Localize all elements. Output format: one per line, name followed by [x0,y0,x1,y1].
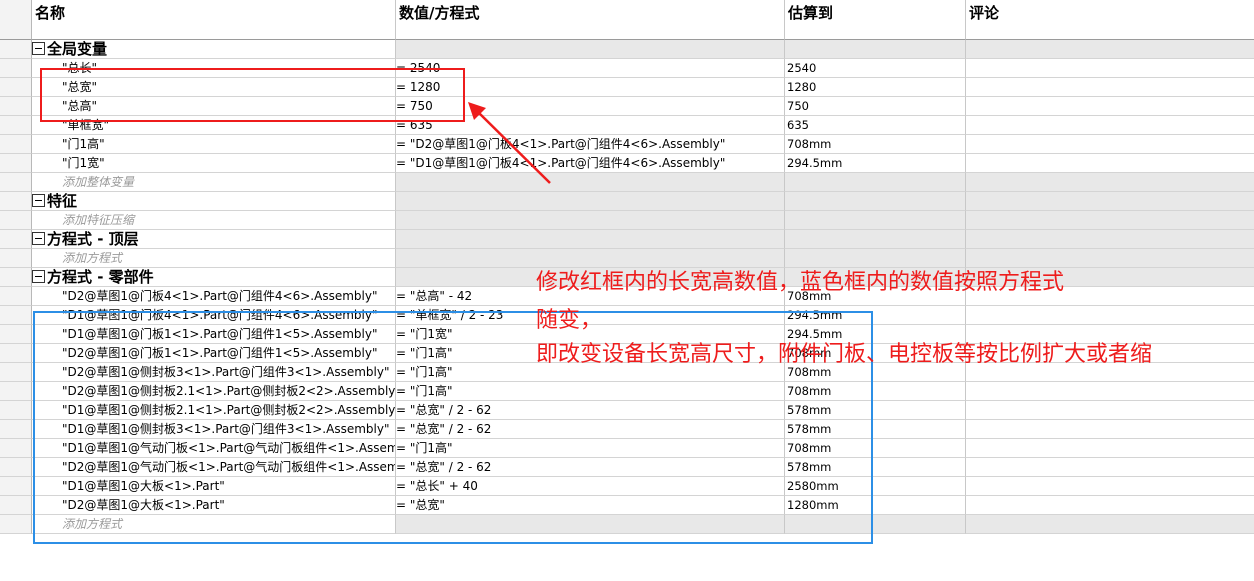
row-selector[interactable] [0,287,32,306]
add-equation-top[interactable]: 添加方程式 [32,249,396,268]
annotation-line-1: 修改红框内的长宽高数值，蓝色框内的数值按照方程式 [536,270,1065,295]
column-header-row: 名称 数值/方程式 估算到 评论 [0,0,1254,40]
section-equations-top: 方程式 - 顶层 [0,230,1254,249]
row-selector[interactable] [0,458,32,477]
estimate-cell: 1280 [785,78,966,97]
col-header-comment[interactable]: 评论 [966,0,1254,40]
row-selector[interactable] [0,154,32,173]
estimate-cell: 2540 [785,59,966,78]
comment-cell[interactable] [966,116,1254,135]
comment-cell[interactable] [966,135,1254,154]
add-feature-suppression[interactable]: 添加特征压缩 [32,211,396,230]
name-cell[interactable]: "门1宽" [32,154,396,173]
row-selector[interactable] [0,59,32,78]
section-global-variables: 全局变量 [0,40,1254,59]
row-selector[interactable] [0,325,32,344]
collapse-icon[interactable] [32,194,45,207]
add-feature-suppression-row[interactable]: 添加特征压缩 [0,211,1254,230]
comment-cell[interactable] [966,420,1254,439]
red-highlight-box [40,68,465,122]
name-cell[interactable]: "门1高" [32,135,396,154]
col-header-estimate[interactable]: 估算到 [785,0,966,40]
collapse-icon[interactable] [32,270,45,283]
collapse-icon[interactable] [32,42,45,55]
global-variable-row[interactable]: "门1高" = "D2@草图1@门板4<1>.Part@门组件4<6>.Assem… [0,135,1254,154]
estimate-cell: 750 [785,97,966,116]
corner-cell [0,0,32,40]
comment-cell[interactable] [966,382,1254,401]
row-selector[interactable] [0,306,32,325]
row-selector[interactable] [0,477,32,496]
row-selector[interactable] [0,78,32,97]
section-title: 方程式 - 零部件 [47,268,154,286]
add-global-variable-row[interactable]: 添加整体变量 [0,173,1254,192]
estimate-cell: 635 [785,116,966,135]
collapse-icon[interactable] [32,232,45,245]
row-selector[interactable] [0,116,32,135]
comment-cell[interactable] [966,97,1254,116]
value-cell[interactable]: = "D2@草图1@门板4<1>.Part@门组件4<6>.Assembly" [396,135,785,154]
row-selector[interactable] [0,344,32,363]
annotation-line-3: 即改变设备长宽高尺寸，附件门板、电控板等按比例扩大或者缩 [536,342,1153,367]
add-global-variable[interactable]: 添加整体变量 [32,173,396,192]
row-selector[interactable] [0,135,32,154]
section-title: 全局变量 [47,40,108,58]
col-header-value[interactable]: 数值/方程式 [396,0,785,40]
estimate-cell: 708mm [785,135,966,154]
row-selector[interactable] [0,97,32,116]
value-cell[interactable]: = "D1@草图1@门板4<1>.Part@门组件4<6>.Assembly" [396,154,785,173]
row-selector[interactable] [0,401,32,420]
section-title: 特征 [47,192,78,210]
comment-cell[interactable] [966,306,1254,325]
comment-cell[interactable] [966,401,1254,420]
comment-cell[interactable] [966,439,1254,458]
comment-cell[interactable] [966,78,1254,97]
annotation-line-2: 随变， [536,308,603,333]
row-selector[interactable] [0,420,32,439]
name-cell[interactable]: "D2@草图1@门板4<1>.Part@门组件4<6>.Assembly" [32,287,396,306]
row-selector[interactable] [0,439,32,458]
estimate-cell: 294.5mm [785,154,966,173]
comment-cell[interactable] [966,496,1254,515]
comment-cell[interactable] [966,154,1254,173]
row-selector[interactable] [0,363,32,382]
comment-cell[interactable] [966,458,1254,477]
global-variable-row[interactable]: "门1宽" = "D1@草图1@门板4<1>.Part@门组件4<6>.Assem… [0,154,1254,173]
section-features: 特征 [0,192,1254,211]
comment-cell[interactable] [966,59,1254,78]
col-header-name[interactable]: 名称 [32,0,396,40]
row-selector[interactable] [0,382,32,401]
section-title: 方程式 - 顶层 [47,230,139,248]
comment-cell[interactable] [966,477,1254,496]
row-selector[interactable] [0,496,32,515]
